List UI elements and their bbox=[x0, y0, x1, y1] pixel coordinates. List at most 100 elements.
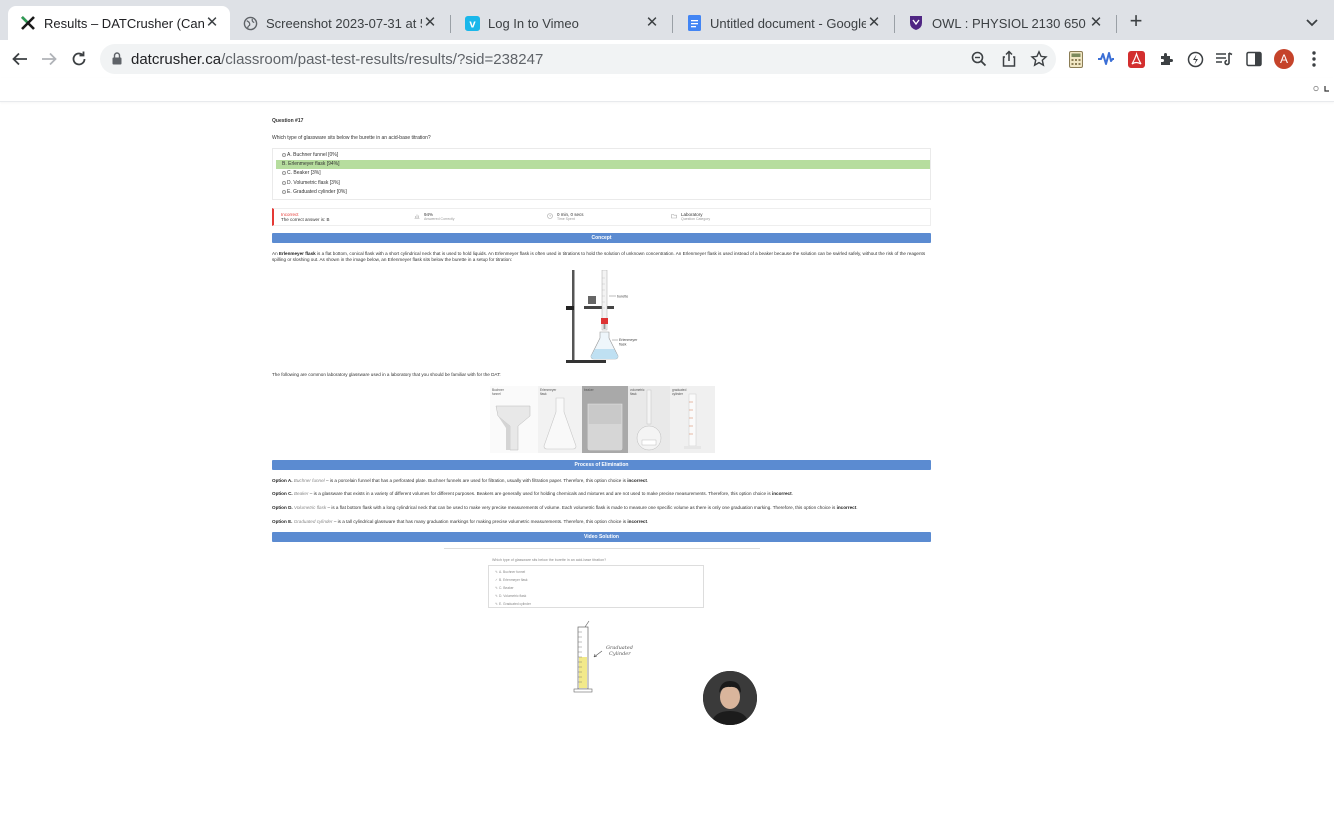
concept-heading: Concept bbox=[272, 233, 931, 243]
choice-label: D. Volumetric flask [3%] bbox=[287, 180, 340, 186]
photo-label: graduated cylinder bbox=[672, 388, 686, 396]
para-text: is a flat bottom, conical flask with a s… bbox=[272, 251, 926, 262]
zoom-icon[interactable] bbox=[970, 50, 988, 68]
option-text: – is a flat bottom flask with a long cyl… bbox=[327, 505, 836, 510]
period: . bbox=[647, 519, 649, 524]
photo-label: volumetric flask bbox=[630, 388, 645, 396]
option-text: C. Beaker bbox=[499, 586, 514, 590]
elimination-option-a: Option A. Buchner funnel – is a porcelai… bbox=[272, 478, 931, 484]
reading-list-icon[interactable] bbox=[1214, 49, 1234, 69]
tab-separator bbox=[450, 15, 451, 33]
glassware-photo-strip: Buchner funnel Erlenmeyer flask beaker vol… bbox=[490, 386, 715, 453]
graduated-cylinder-photo: graduated cylinder bbox=[670, 386, 715, 453]
para-term: Erlenmeyer flask bbox=[278, 251, 316, 256]
lock-icon[interactable] bbox=[112, 52, 122, 70]
presenter-webcam-avatar bbox=[703, 671, 757, 725]
choice-label: E. Graduated cylinder [0%] bbox=[287, 189, 347, 195]
titration-setup-figure: burette Erlenmeyer flask bbox=[566, 270, 638, 363]
small-refresh-icon[interactable] bbox=[1313, 85, 1319, 92]
radio-icon[interactable] bbox=[282, 152, 286, 157]
address-bar[interactable]: datcrusher.ca/classroom/past-test-result… bbox=[100, 44, 1056, 74]
back-button[interactable] bbox=[9, 48, 31, 70]
tab-separator bbox=[672, 15, 673, 33]
chart-icon bbox=[414, 214, 420, 219]
photo-label: beaker bbox=[584, 388, 594, 392]
choice-b-correct[interactable]: B. Erlenmeyer flask [94%] bbox=[276, 160, 930, 169]
choice-e[interactable]: E. Graduated cylinder [0%] bbox=[276, 188, 930, 197]
close-tab-icon[interactable]: ✕ bbox=[1088, 15, 1104, 31]
close-tab-icon[interactable]: ✕ bbox=[644, 15, 660, 31]
beaker-photo: beaker bbox=[582, 386, 628, 453]
concept-paragraph: An Erlenmeyer flask is a flat bottom, co… bbox=[272, 251, 931, 263]
tab-title: Screenshot 2023-07-31 at 5.0 bbox=[266, 15, 422, 31]
page-top-bar bbox=[0, 78, 1334, 102]
tab-google-docs[interactable]: Untitled document - Google Do ✕ bbox=[674, 6, 892, 40]
tab-separator bbox=[1116, 15, 1117, 33]
choice-d[interactable]: D. Volumetric flask [3%] bbox=[276, 179, 930, 188]
globe-icon bbox=[242, 15, 258, 31]
bookmark-star-icon[interactable] bbox=[1030, 50, 1048, 68]
elimination-heading: Process of Elimination bbox=[272, 460, 931, 470]
share-icon[interactable] bbox=[1000, 50, 1018, 68]
flask-label-2: flask bbox=[619, 343, 627, 347]
option-text: D. Volumetric flask bbox=[499, 594, 527, 598]
small-text-icon[interactable] bbox=[1324, 85, 1330, 92]
clock-icon bbox=[547, 213, 553, 219]
forward-button[interactable] bbox=[38, 48, 60, 70]
question-number: Question #17 bbox=[272, 118, 304, 124]
option-text: – is a glassware that exists in a variet… bbox=[309, 491, 771, 496]
google-docs-icon bbox=[686, 15, 702, 31]
calculator-extension-icon[interactable] bbox=[1066, 49, 1086, 69]
stat-time-spent: 0 min, 0 secs Time Spent bbox=[557, 212, 584, 222]
option-text: A. Buchner funnel bbox=[499, 570, 526, 574]
flask-label-1: Erlenmeyer bbox=[619, 338, 638, 342]
tab-datcrusher-results[interactable]: Results – DATCrusher (Canada) ✕ bbox=[8, 6, 230, 40]
video-option: ✓B. Erlenmeyer flask bbox=[495, 577, 528, 584]
option-name: Buchner funnel bbox=[293, 478, 325, 483]
option-verdict: incorrect bbox=[627, 519, 648, 524]
glassware-intro: The following are common laboratory glas… bbox=[272, 372, 501, 377]
burette-label: burette bbox=[617, 295, 628, 299]
profile-avatar[interactable]: A bbox=[1274, 49, 1294, 69]
correct-answer-text: The correct answer is: B bbox=[281, 217, 330, 222]
waveform-extension-icon[interactable] bbox=[1096, 49, 1116, 69]
tab-search-chevron-icon[interactable] bbox=[1302, 12, 1322, 32]
tab-screenshot[interactable]: Screenshot 2023-07-31 at 5.0 ✕ bbox=[230, 6, 448, 40]
answer-choices: A. Buchner funnel [0%] B. Erlenmeyer fla… bbox=[272, 148, 931, 200]
option-verdict: incorrect bbox=[771, 491, 792, 496]
url-text[interactable]: datcrusher.ca/classroom/past-test-result… bbox=[131, 51, 543, 68]
elimination-option-d: Option D. Volumetric flask – is a flat b… bbox=[272, 505, 931, 511]
option-name: Volumetric flask bbox=[293, 505, 327, 510]
new-tab-button[interactable]: + bbox=[1124, 10, 1148, 34]
more-menu-icon[interactable] bbox=[1307, 49, 1321, 69]
reload-button[interactable] bbox=[68, 48, 90, 70]
tab-title: Results – DATCrusher (Canada) bbox=[44, 15, 204, 31]
performance-extension-icon[interactable] bbox=[1185, 49, 1205, 69]
owl-shield-icon bbox=[908, 15, 924, 31]
tab-title: Log In to Vimeo bbox=[488, 15, 579, 31]
close-tab-icon[interactable]: ✕ bbox=[866, 15, 882, 31]
close-tab-icon[interactable]: ✕ bbox=[422, 15, 438, 31]
label-line: cylinder bbox=[672, 392, 683, 396]
option-text: E. Graduated cylinder bbox=[499, 602, 531, 606]
radio-icon[interactable] bbox=[282, 170, 286, 175]
choice-label: A. Buchner funnel [0%] bbox=[287, 152, 339, 158]
tab-owl[interactable]: OWL : PHYSIOL 2130 650 SU2 ✕ bbox=[896, 6, 1114, 40]
extensions-puzzle-icon[interactable] bbox=[1156, 49, 1176, 69]
choice-a[interactable]: A. Buchner funnel [0%] bbox=[276, 151, 930, 160]
choice-c[interactable]: C. Beaker [3%] bbox=[276, 169, 930, 178]
option-text: – is a tall cylindrical glassware that h… bbox=[333, 519, 627, 524]
graduated-cylinder-sketch: Graduated Cylinder bbox=[573, 620, 633, 693]
radio-icon[interactable] bbox=[282, 180, 286, 185]
time-caption: Time Spent bbox=[557, 217, 575, 221]
option-text: B. Erlenmeyer flask bbox=[499, 578, 528, 582]
radio-icon[interactable] bbox=[282, 189, 286, 194]
pdf-extension-icon[interactable] bbox=[1126, 49, 1146, 69]
tab-vimeo[interactable]: v Log In to Vimeo ✕ bbox=[452, 6, 670, 40]
elimination-option-e: Option E. Graduated cylinder – is a tall… bbox=[272, 519, 931, 525]
close-tab-icon[interactable]: ✕ bbox=[204, 15, 220, 31]
video-question-text: Which type of glassware sits below the b… bbox=[492, 558, 607, 562]
side-panel-icon[interactable] bbox=[1244, 49, 1264, 69]
video-player[interactable]: Which type of glassware sits below the b… bbox=[444, 548, 760, 728]
video-heading: Video Solution bbox=[272, 532, 931, 542]
